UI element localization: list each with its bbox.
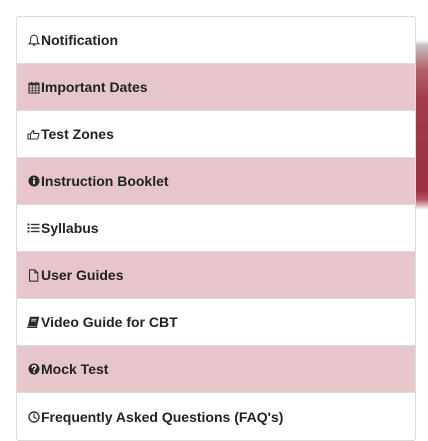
menu-item-syllabus[interactable]: Syllabus [17,205,415,252]
menu-item-test-zones[interactable]: Test Zones [17,111,415,158]
menu-item-label: Syllabus [41,220,99,236]
menu-item-label: Mock Test [41,361,109,377]
file-icon [27,268,40,282]
book-icon [27,315,40,329]
menu-item-mock-test[interactable]: Mock Test [17,346,415,393]
bell-icon [27,33,40,47]
menu-item-notification[interactable]: Notification [17,17,415,64]
menu-item-label: Test Zones [41,126,114,142]
sidebar-menu: Notification Important Dates Test Zones [16,16,416,441]
list-icon [27,221,40,235]
menu-item-label: Video Guide for CBT [41,314,178,330]
scrollbar-track[interactable] [416,0,428,438]
menu-item-label: Frequently Asked Questions (FAQ's) [41,408,284,425]
menu-item-label: Notification [41,32,118,48]
menu-item-faq[interactable]: Frequently Asked Questions (FAQ's) [17,393,415,440]
question-circle-icon [27,362,40,376]
menu-item-instruction-booklet[interactable]: Instruction Booklet [17,158,415,205]
menu-item-user-guides[interactable]: User Guides [17,252,415,299]
clock-icon [27,410,40,424]
menu-item-label: User Guides [41,267,124,283]
menu-item-important-dates[interactable]: Important Dates [17,64,415,111]
menu-item-label: Instruction Booklet [41,173,169,189]
hand-pointer-icon [27,127,40,141]
info-circle-icon [27,174,40,188]
calendar-icon [27,80,40,94]
menu-item-label: Important Dates [41,79,148,95]
menu-item-video-guide[interactable]: Video Guide for CBT [17,299,415,346]
